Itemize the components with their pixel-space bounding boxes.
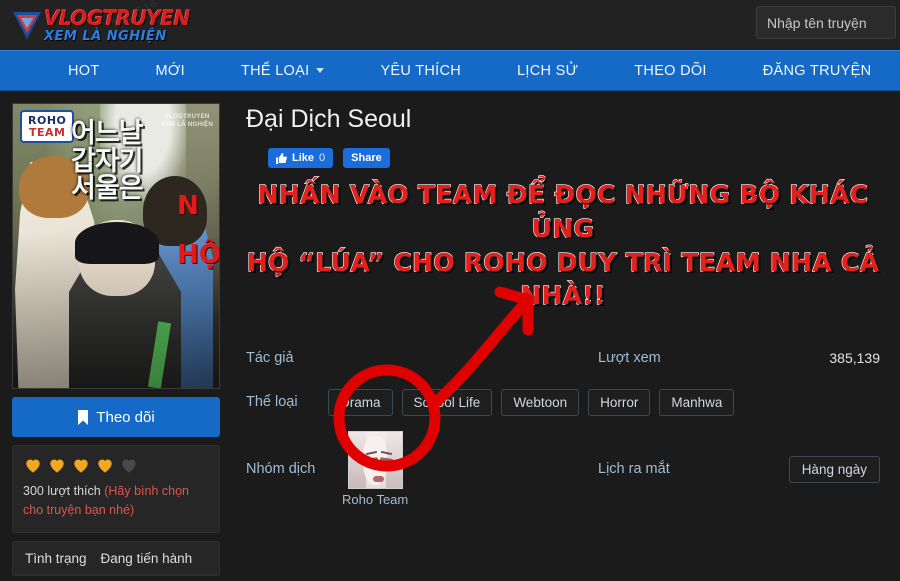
status-value: Đang tiến hành <box>100 550 193 566</box>
heart-icon[interactable] <box>47 455 67 475</box>
facebook-like-button[interactable]: Like 0 <box>268 148 334 168</box>
logo-v-mark-icon <box>12 9 42 41</box>
facebook-like-label: Like <box>292 152 315 164</box>
logo-secondary-text: XEM LÀ NGHIỆN <box>44 28 167 44</box>
page-title: Đại Dịch Seoul <box>246 105 412 133</box>
cover-watermark-line1: VLOGTRUYEN <box>164 114 210 120</box>
views-label: Lượt xem <box>598 350 661 366</box>
facebook-like-count: 0 <box>319 152 326 164</box>
genre-tag-1[interactable]: School Life <box>401 388 493 416</box>
follow-button[interactable]: Theo dõi <box>12 397 220 437</box>
genre-tag-0[interactable]: Drama <box>328 388 393 416</box>
heart-rating[interactable] <box>23 455 209 475</box>
info-row-team: Nhóm dịch Roho Team Lịch ra mắt Hàng ngà… <box>246 431 888 507</box>
follow-button-label: Theo dõi <box>96 408 155 426</box>
comic-cover-image: ROHO TEAM 어느날 갑자기 서울은 VLOGTRUYEN XEM LÀ … <box>12 103 220 389</box>
nav-item-label: THEO DÕI <box>634 62 707 79</box>
search-box[interactable] <box>756 6 896 39</box>
translation-team-name: Roho Team <box>342 492 409 507</box>
status-label: Tình trạng <box>25 550 87 566</box>
cover-watermark-line2: XEM LÀ NGHIỆN <box>161 121 213 128</box>
nav-item-label: LỊCH SỬ <box>517 62 579 79</box>
likes-count-text: 300 lượt thích <box>23 484 101 498</box>
logo-primary-text: VLOGTRUYEN <box>44 5 190 30</box>
translation-team-avatar <box>347 431 403 489</box>
schedule-value[interactable]: Hàng ngày <box>788 455 880 483</box>
schedule-label: Lịch ra mắt <box>598 461 670 477</box>
info-table: Tác giả Lượt xem 385,139 Thể loại Drama S… <box>246 343 888 507</box>
nav-item-5[interactable]: THEO DÕI <box>606 51 735 90</box>
team-label: Nhóm dịch <box>246 461 316 477</box>
nav-item-label: MỚI <box>155 62 185 79</box>
promo-banner-line1: NHẤN VÀO TEAM ĐỂ ĐỌC NHỮNG BỘ KHÁC ỦNG <box>257 179 869 243</box>
nav-item-0[interactable]: HOT <box>40 51 128 90</box>
facebook-share-label: Share <box>351 152 382 164</box>
thumbs-up-icon <box>276 152 287 164</box>
sidebar: ROHO TEAM 어느날 갑자기 서울은 VLOGTRUYEN XEM LÀ … <box>12 103 232 576</box>
promo-banner-text: NHẤN VÀO TEAM ĐỂ ĐỌC NHỮNG BỘ KHÁC ỦNG H… <box>238 178 888 313</box>
heart-icon[interactable] <box>119 455 139 475</box>
nav-item-2[interactable]: THỂ LOẠI <box>213 51 352 90</box>
nav-item-label: THỂ LOẠI <box>240 62 310 79</box>
heart-icon[interactable] <box>23 455 43 475</box>
info-row-genres: Thể loại Drama School Life Webtoon Horror Ma… <box>246 387 888 417</box>
cover-red-text: N HỘ <box>177 182 220 281</box>
nav-item-label: ĐĂNG TRUYỆN <box>762 62 872 79</box>
top-bar: VLOGTRUYEN XEM LÀ NGHIỆN <box>0 0 900 50</box>
views-value: 385,139 <box>829 350 880 366</box>
page-root: VLOGTRUYEN XEM LÀ NGHIỆN HOT MỚI THỂ LOẠI Y… <box>0 0 900 581</box>
nav-item-4[interactable]: LỊCH SỬ <box>489 51 606 90</box>
status-box: Tình trạng Đang tiến hành <box>12 540 220 576</box>
likes-text-wrap: 300 lượt thích (Hãy bình chọn cho truyện… <box>23 482 209 521</box>
translation-team-link[interactable]: Roho Team <box>342 431 408 507</box>
chevron-down-icon <box>316 68 325 73</box>
info-row-author: Tác giả Lượt xem 385,139 <box>246 343 888 373</box>
site-logo[interactable]: VLOGTRUYEN XEM LÀ NGHIỆN <box>0 8 190 43</box>
search-input[interactable] <box>767 14 885 31</box>
main-column: Đại Dịch Seoul Like 0 Share NHẤN VÀO TEA <box>232 103 900 576</box>
main-navigation: HOT MỚI THỂ LOẠI YÊU THÍCH LỊCH SỬ THEO DÕI ĐĂ… <box>0 50 900 91</box>
heart-icon[interactable] <box>71 455 91 475</box>
cover-red-line1: N <box>177 191 199 221</box>
cover-roho-team-badge: ROHO TEAM <box>20 110 75 144</box>
cover-badge-line2: TEAM <box>28 125 66 139</box>
nav-item-label: YÊU THÍCH <box>380 62 462 79</box>
genres-label: Thể loại <box>246 394 298 410</box>
content-area: ROHO TEAM 어느날 갑자기 서울은 VLOGTRUYEN XEM LÀ … <box>0 91 900 576</box>
heart-icon[interactable] <box>95 455 115 475</box>
genre-tag-4[interactable]: Manhwa <box>659 388 735 416</box>
nav-item-6[interactable]: ĐĂNG TRUYỆN <box>735 51 900 90</box>
social-buttons: Like 0 Share <box>268 148 888 168</box>
genre-tag-2[interactable]: Webtoon <box>501 388 580 416</box>
cover-watermark: VLOGTRUYEN XEM LÀ NGHIỆN <box>161 114 213 130</box>
nav-item-3[interactable]: YÊU THÍCH <box>352 51 489 90</box>
promo-banner-line2: HỘ “LÚA” CHO ROHO DUY TRÌ TEAM NHA CẢ NH… <box>246 247 880 311</box>
genre-tag-3[interactable]: Horror <box>588 388 651 416</box>
cover-badge-line1: ROHO <box>28 114 67 127</box>
genre-tag-list: Drama School Life Webtoon Horror Manhwa <box>328 388 735 416</box>
nav-item-1[interactable]: MỚI <box>128 51 213 90</box>
rating-box: 300 lượt thích (Hãy bình chọn cho truyện… <box>12 445 220 533</box>
facebook-share-button[interactable]: Share <box>343 148 390 168</box>
cover-red-line2: HỘ <box>177 240 220 271</box>
author-label: Tác giả <box>246 350 294 366</box>
cover-korean-title: 어느날 갑자기 서울은 <box>71 118 144 205</box>
bookmark-icon <box>77 409 89 425</box>
nav-item-label: HOT <box>68 62 100 79</box>
